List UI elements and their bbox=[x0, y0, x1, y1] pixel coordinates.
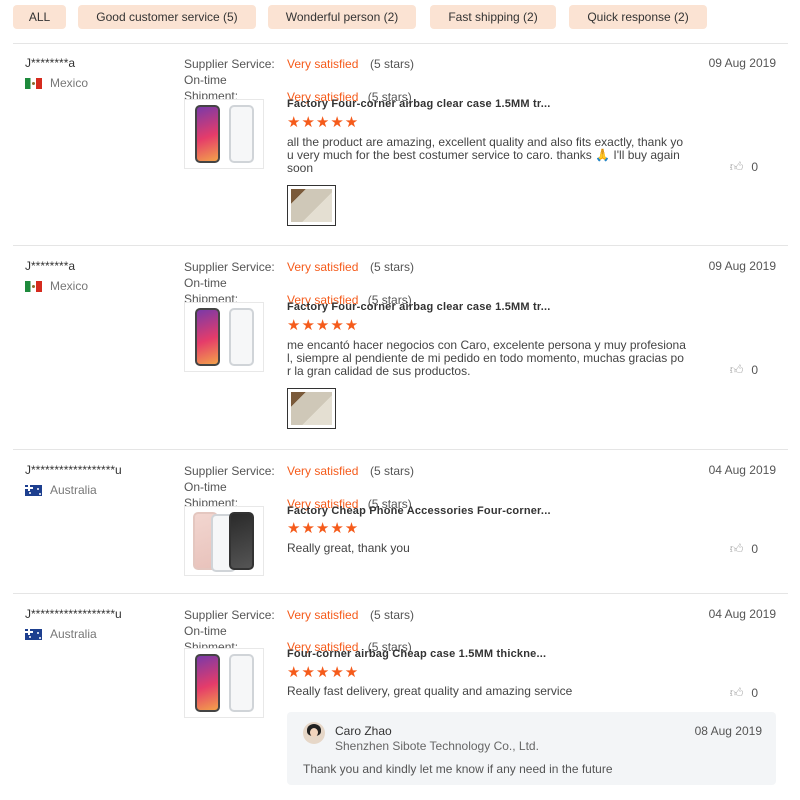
reviewer-name: J********a bbox=[25, 56, 76, 70]
review-photo[interactable] bbox=[287, 185, 336, 226]
like-button[interactable]: 👍︎ 0 bbox=[730, 362, 758, 378]
supplier-service-label: Supplier Service: bbox=[184, 260, 275, 274]
reviewer-country: Australia bbox=[25, 483, 97, 497]
like-count: 0 bbox=[751, 686, 758, 700]
phone-case-image bbox=[229, 308, 254, 366]
like-button[interactable]: 👍︎ 0 bbox=[730, 685, 758, 701]
on-time-label: On-time bbox=[184, 624, 227, 638]
reviewer-country: Mexico bbox=[25, 279, 88, 293]
on-time-label: On-time bbox=[184, 276, 227, 290]
thumbs-up-icon: 👍︎ bbox=[729, 159, 744, 174]
rating-labels: Supplier Service: On-time Shipment: bbox=[184, 607, 284, 651]
phone-image bbox=[195, 105, 220, 163]
country-label: Australia bbox=[50, 627, 97, 641]
mexico-flag-icon bbox=[25, 280, 42, 292]
review-date: 04 Aug 2019 bbox=[708, 463, 776, 477]
rating-labels: Supplier Service: On-time Shipment: bbox=[184, 463, 284, 507]
product-thumbnail[interactable] bbox=[184, 99, 264, 169]
mexico-flag-icon bbox=[25, 77, 42, 89]
on-time-label: On-time bbox=[184, 73, 227, 87]
product-title[interactable]: Factory Four-corner airbag clear case 1.… bbox=[287, 98, 577, 110]
service-rating: Very satisfied bbox=[287, 464, 359, 478]
phone-case-image bbox=[229, 654, 254, 712]
product-thumbnail[interactable] bbox=[184, 648, 264, 718]
product-thumbnail[interactable] bbox=[184, 506, 264, 576]
country-label: Mexico bbox=[50, 279, 89, 293]
product-title[interactable]: Four-corner airbag Cheap case 1.5MM thic… bbox=[287, 648, 577, 660]
like-count: 0 bbox=[751, 542, 758, 556]
reviewer-country: Australia bbox=[25, 627, 97, 641]
review-item: J********a Mexico Supplier Service: On-t… bbox=[13, 44, 788, 246]
service-stars: (5 stars) bbox=[370, 464, 415, 478]
star-rating: ★★★★★ bbox=[287, 114, 360, 131]
review-comment: Really fast delivery, great quality and … bbox=[287, 684, 573, 698]
like-count: 0 bbox=[751, 363, 758, 377]
phone-image bbox=[195, 308, 220, 366]
review-item: J******************u Australia Supplier … bbox=[13, 595, 788, 800]
review-photo[interactable] bbox=[287, 388, 336, 429]
rating-labels: Supplier Service: On-time Shipment: bbox=[184, 259, 284, 303]
thumbs-up-icon: 👍︎ bbox=[729, 541, 744, 556]
star-rating: ★★★★★ bbox=[287, 520, 360, 537]
product-title[interactable]: Factory Cheap Phone Accessories Four-cor… bbox=[287, 505, 577, 517]
review-comment: Really great, thank you bbox=[287, 541, 410, 555]
review-item: J******************u Australia Supplier … bbox=[13, 451, 788, 594]
avatar bbox=[303, 722, 325, 744]
reply-company: Shenzhen Sibote Technology Co., Ltd. bbox=[335, 739, 539, 753]
reviewer-name: J******************u bbox=[25, 607, 122, 621]
black-phone-image bbox=[229, 512, 254, 570]
review-comment: me encantó hacer negocios con Caro, exce… bbox=[287, 338, 686, 378]
service-rating: Very satisfied bbox=[287, 260, 359, 274]
reviewer-name: J********a bbox=[25, 259, 76, 273]
country-label: Australia bbox=[50, 483, 97, 497]
review-date: 09 Aug 2019 bbox=[708, 56, 776, 70]
product-title[interactable]: Factory Four-corner airbag clear case 1.… bbox=[287, 301, 577, 313]
service-stars: (5 stars) bbox=[370, 57, 415, 71]
service-stars: (5 stars) bbox=[370, 608, 415, 622]
rating-labels: Supplier Service: On-time Shipment: bbox=[184, 56, 284, 100]
filter-chip-fast-shipping[interactable]: Fast shipping (2) bbox=[430, 5, 556, 29]
service-rating: Very satisfied bbox=[287, 608, 359, 622]
australia-flag-icon bbox=[25, 628, 42, 640]
australia-flag-icon bbox=[25, 484, 42, 496]
phone-image bbox=[195, 654, 220, 712]
product-thumbnail[interactable] bbox=[184, 302, 264, 372]
supplier-service-label: Supplier Service: bbox=[184, 608, 275, 622]
service-rating: Very satisfied bbox=[287, 57, 359, 71]
supplier-reply: Caro Zhao Shenzhen Sibote Technology Co.… bbox=[287, 712, 776, 785]
supplier-service-label: Supplier Service: bbox=[184, 57, 275, 71]
phone-case-image bbox=[229, 105, 254, 163]
review-date: 04 Aug 2019 bbox=[708, 607, 776, 621]
review-comment: all the product are amazing, excellent q… bbox=[287, 135, 683, 175]
filter-chip-all[interactable]: ALL bbox=[13, 5, 66, 29]
review-date: 09 Aug 2019 bbox=[708, 259, 776, 273]
country-label: Mexico bbox=[50, 76, 89, 90]
filter-chip-quick-response[interactable]: Quick response (2) bbox=[569, 5, 707, 29]
reply-text: Thank you and kindly let me know if any … bbox=[303, 762, 613, 776]
supplier-service-label: Supplier Service: bbox=[184, 464, 275, 478]
filter-chip-good-customer-service[interactable]: Good customer service (5) bbox=[78, 5, 256, 29]
reply-date: 08 Aug 2019 bbox=[694, 724, 762, 738]
on-time-label: On-time bbox=[184, 480, 227, 494]
like-button[interactable]: 👍︎ 0 bbox=[730, 159, 758, 175]
like-count: 0 bbox=[751, 160, 758, 174]
thumbs-up-icon: 👍︎ bbox=[729, 685, 744, 700]
reviewer-country: Mexico bbox=[25, 76, 88, 90]
filter-bar: ALL Good customer service (5) Wonderful … bbox=[13, 5, 800, 29]
filter-chip-wonderful-person[interactable]: Wonderful person (2) bbox=[268, 5, 416, 29]
star-rating: ★★★★★ bbox=[287, 317, 360, 334]
thumbs-up-icon: 👍︎ bbox=[729, 362, 744, 377]
reply-author-name: Caro Zhao bbox=[335, 724, 392, 738]
star-rating: ★★★★★ bbox=[287, 664, 360, 681]
like-button[interactable]: 👍︎ 0 bbox=[730, 541, 758, 557]
service-stars: (5 stars) bbox=[370, 260, 415, 274]
reviewer-name: J******************u bbox=[25, 463, 122, 477]
review-item: J********a Mexico Supplier Service: On-t… bbox=[13, 247, 788, 450]
